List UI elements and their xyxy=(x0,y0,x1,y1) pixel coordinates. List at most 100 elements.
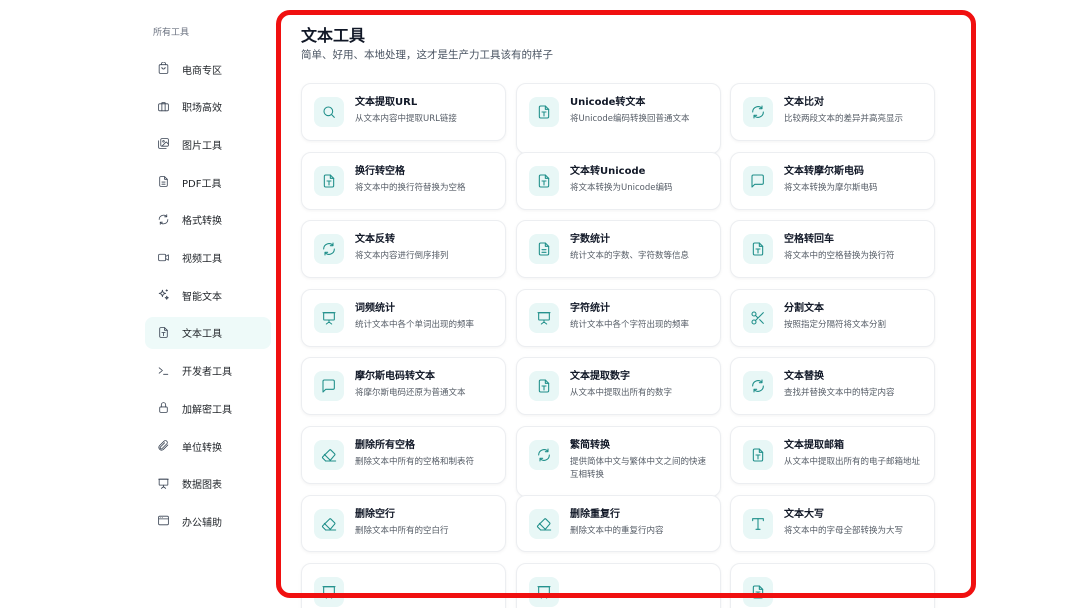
sidebar-item-label: 数据图表 xyxy=(182,480,222,492)
tool-card-title: 文本提取URL xyxy=(355,97,418,108)
tool-card-title: 摩尔斯电码转文本 xyxy=(355,371,435,383)
tool-card-description: 提供简体中文与繁体中文之间的快速互相转换 xyxy=(570,457,707,480)
eraser-icon xyxy=(314,440,344,470)
sidebar-item[interactable]: 电商专区 xyxy=(145,53,271,85)
sidebar-item[interactable]: 格式转换 xyxy=(145,204,271,236)
tool-card[interactable]: 文本反转 将文本内容进行倒序排列 xyxy=(301,220,506,279)
sidebar-item-label: 格式转换 xyxy=(182,216,222,228)
sidebar-item[interactable]: 视频工具 xyxy=(145,242,271,274)
tool-card-title: 文本比对 xyxy=(784,97,824,108)
file-type-icon xyxy=(529,97,559,127)
tool-card-text: 空格转回车将文本中的空格替换为换行符 xyxy=(784,233,895,263)
sidebar-item-label: 单位转换 xyxy=(182,442,222,454)
tool-card-description: 统计文本中各个字符出现的频率 xyxy=(570,319,690,330)
tool-card-title: 字数统计 xyxy=(570,234,610,246)
search-icon xyxy=(314,97,344,127)
tool-card-description: 将文本中的空格替换为换行符 xyxy=(784,251,895,262)
tool-card[interactable] xyxy=(730,563,935,608)
tool-card-description: 按照指定分隔符将文本分割 xyxy=(784,319,887,330)
tool-card-text: 摩尔斯电码转文本 将摩尔斯电码还原为普通文本 xyxy=(355,370,466,400)
tool-card-title: 删除所有空格 xyxy=(355,440,415,451)
tool-card[interactable]: 文本转Unicode 将文本转换为Unicode编码 xyxy=(516,151,721,210)
tool-card[interactable]: 繁简转换 提供简体中文与繁体中文之间的快速互相转换 xyxy=(516,426,721,497)
sidebar-item-label: 视频工具 xyxy=(182,254,222,265)
tool-card[interactable]: 删除所有空格 删除文本中所有的空格和制表符 xyxy=(301,426,506,484)
tool-card-text: 删除重复行 删除文本中的重复行内容 xyxy=(570,508,664,538)
tool-card-text: 字数统计统计文本的字数、字符数等信息 xyxy=(570,233,689,263)
tool-card-title: Unicode转文本 xyxy=(570,97,646,108)
tool-card[interactable]: 字符统计统计文本中各个字符出现的频率 xyxy=(516,288,721,347)
sidebar-item[interactable]: 智能文本 xyxy=(145,279,271,311)
presentation-icon xyxy=(529,302,559,333)
file-type-icon xyxy=(157,326,171,340)
tool-card-text: 文本替换 查找并替换文本中的特定内容 xyxy=(784,370,895,400)
tool-card[interactable]: 词频统计 统计文本中各个单词出现的频率 xyxy=(301,288,506,347)
tool-card[interactable]: 文本比对 比较两段文本的差异并高亮显示 xyxy=(730,83,935,141)
tool-card[interactable]: 文本提取数字 从文本中提取出所有的数字 xyxy=(516,357,721,416)
tool-card-title: 文本转摩尔斯电码 xyxy=(784,165,864,177)
sidebar-title: 所有工具 xyxy=(153,28,190,38)
tool-card-title: 字符统计 xyxy=(570,302,610,314)
page-title: 文本工具 xyxy=(301,26,366,45)
tool-card[interactable] xyxy=(301,563,506,608)
sidebar-item[interactable]: 开发者工具 xyxy=(145,355,271,387)
page-subtitle: 简单、好用、本地处理，这才是生产力工具该有的样子 xyxy=(301,49,553,61)
sidebar-item[interactable]: 数据图表 xyxy=(145,468,271,500)
refresh-icon xyxy=(743,97,773,127)
tool-card[interactable]: 删除空行 删除文本中所有的空白行 xyxy=(301,494,506,552)
sidebar-item[interactable]: 办公辅助 xyxy=(145,505,271,537)
sidebar-item-label: 加解密工具 xyxy=(182,404,232,416)
tool-card-title: 删除空行 xyxy=(355,508,395,520)
file-text-icon xyxy=(157,175,171,189)
tool-card-description: 从文本内容中提取URL链接 xyxy=(355,114,457,124)
tool-card[interactable]: 换行转空格 将文本中的换行符替换为空格 xyxy=(301,151,506,210)
tool-card-text: Unicode转文本 将Unicode编码转换回普通文本 xyxy=(570,96,689,126)
tool-card-description: 从文本中提取出所有的电子邮箱地址 xyxy=(784,457,921,467)
tool-card-title: 空格转回车 xyxy=(784,234,834,246)
sidebar-item[interactable]: 单位转换 xyxy=(145,430,271,462)
sidebar-item[interactable]: 加解密工具 xyxy=(145,392,271,424)
presentation-icon xyxy=(157,477,171,491)
tool-card[interactable]: 文本提取邮箱从文本中提取出所有的电子邮箱地址 xyxy=(730,426,935,484)
shopping-bag-icon xyxy=(157,62,171,76)
file-type-icon xyxy=(743,440,773,470)
type-icon xyxy=(743,508,773,539)
tool-card[interactable]: 空格转回车将文本中的空格替换为换行符 xyxy=(730,220,935,279)
tool-card-title: 换行转空格 xyxy=(355,165,405,177)
presentation-icon xyxy=(314,577,344,608)
tool-card[interactable]: 分割文本 按照指定分隔符将文本分割 xyxy=(730,288,935,347)
tool-card-description: 删除文本中的重复行内容 xyxy=(570,525,664,536)
sidebar-item-label: 职场高效 xyxy=(182,103,222,115)
tool-card[interactable]: 删除重复行 删除文本中的重复行内容 xyxy=(516,494,721,552)
sidebar-item[interactable]: 图片工具 xyxy=(145,128,271,160)
sidebar-item[interactable]: PDF工具 xyxy=(145,166,271,198)
presentation-icon xyxy=(529,577,559,608)
eraser-icon xyxy=(314,508,344,539)
tool-card-description: 统计文本的字数、字符数等信息 xyxy=(570,251,690,262)
tool-card-text: 分割文本 按照指定分隔符将文本分割 xyxy=(784,302,886,332)
sidebar-item-label: 电商专区 xyxy=(182,65,222,77)
sidebar: 所有工具 电商专区职场高效图片工具 PDF工具格式转换视频工具智能文本文本工具开发… xyxy=(137,0,277,608)
tool-card[interactable]: 摩尔斯电码转文本 将摩尔斯电码还原为普通文本 xyxy=(301,357,506,416)
tool-card-text: 删除所有空格 删除文本中所有的空格和制表符 xyxy=(355,439,474,469)
sidebar-item-label: PDF工具 xyxy=(182,178,222,190)
tool-card-title: 文本提取邮箱 xyxy=(784,440,844,451)
tool-card-description: 统计文本中各个单词出现的频率 xyxy=(355,319,475,330)
sidebar-item[interactable]: 职场高效 xyxy=(145,91,271,123)
sidebar-item-label: 文本工具 xyxy=(182,329,222,341)
tool-card[interactable]: 文本提取URL 从文本内容中提取URL链接 xyxy=(301,83,506,141)
tool-card-title: 文本提取数字 xyxy=(570,371,630,383)
tool-card[interactable] xyxy=(516,563,721,608)
tool-card[interactable]: 文本替换 查找并替换文本中的特定内容 xyxy=(730,357,935,416)
tool-card-text: 文本反转 将文本内容进行倒序排列 xyxy=(355,233,449,263)
tool-card[interactable]: 文本转摩尔斯电码 将文本转换为摩尔斯电码 xyxy=(730,151,935,210)
tool-card-text: 文本大写 将文本中的字母全部转换为大写 xyxy=(784,508,903,538)
sidebar-item[interactable]: 文本工具 xyxy=(145,316,271,349)
tool-card[interactable]: 字数统计统计文本的字数、字符数等信息 xyxy=(516,220,721,279)
sidebar-item-label: 智能文本 xyxy=(182,291,222,303)
tool-card[interactable]: Unicode转文本 将Unicode编码转换回普通文本 xyxy=(516,83,721,154)
tool-card[interactable]: 文本大写 将文本中的字母全部转换为大写 xyxy=(730,494,935,552)
message-square-icon xyxy=(314,371,344,402)
refresh-icon xyxy=(529,440,559,470)
sidebar-item-label: 办公辅助 xyxy=(182,517,222,529)
